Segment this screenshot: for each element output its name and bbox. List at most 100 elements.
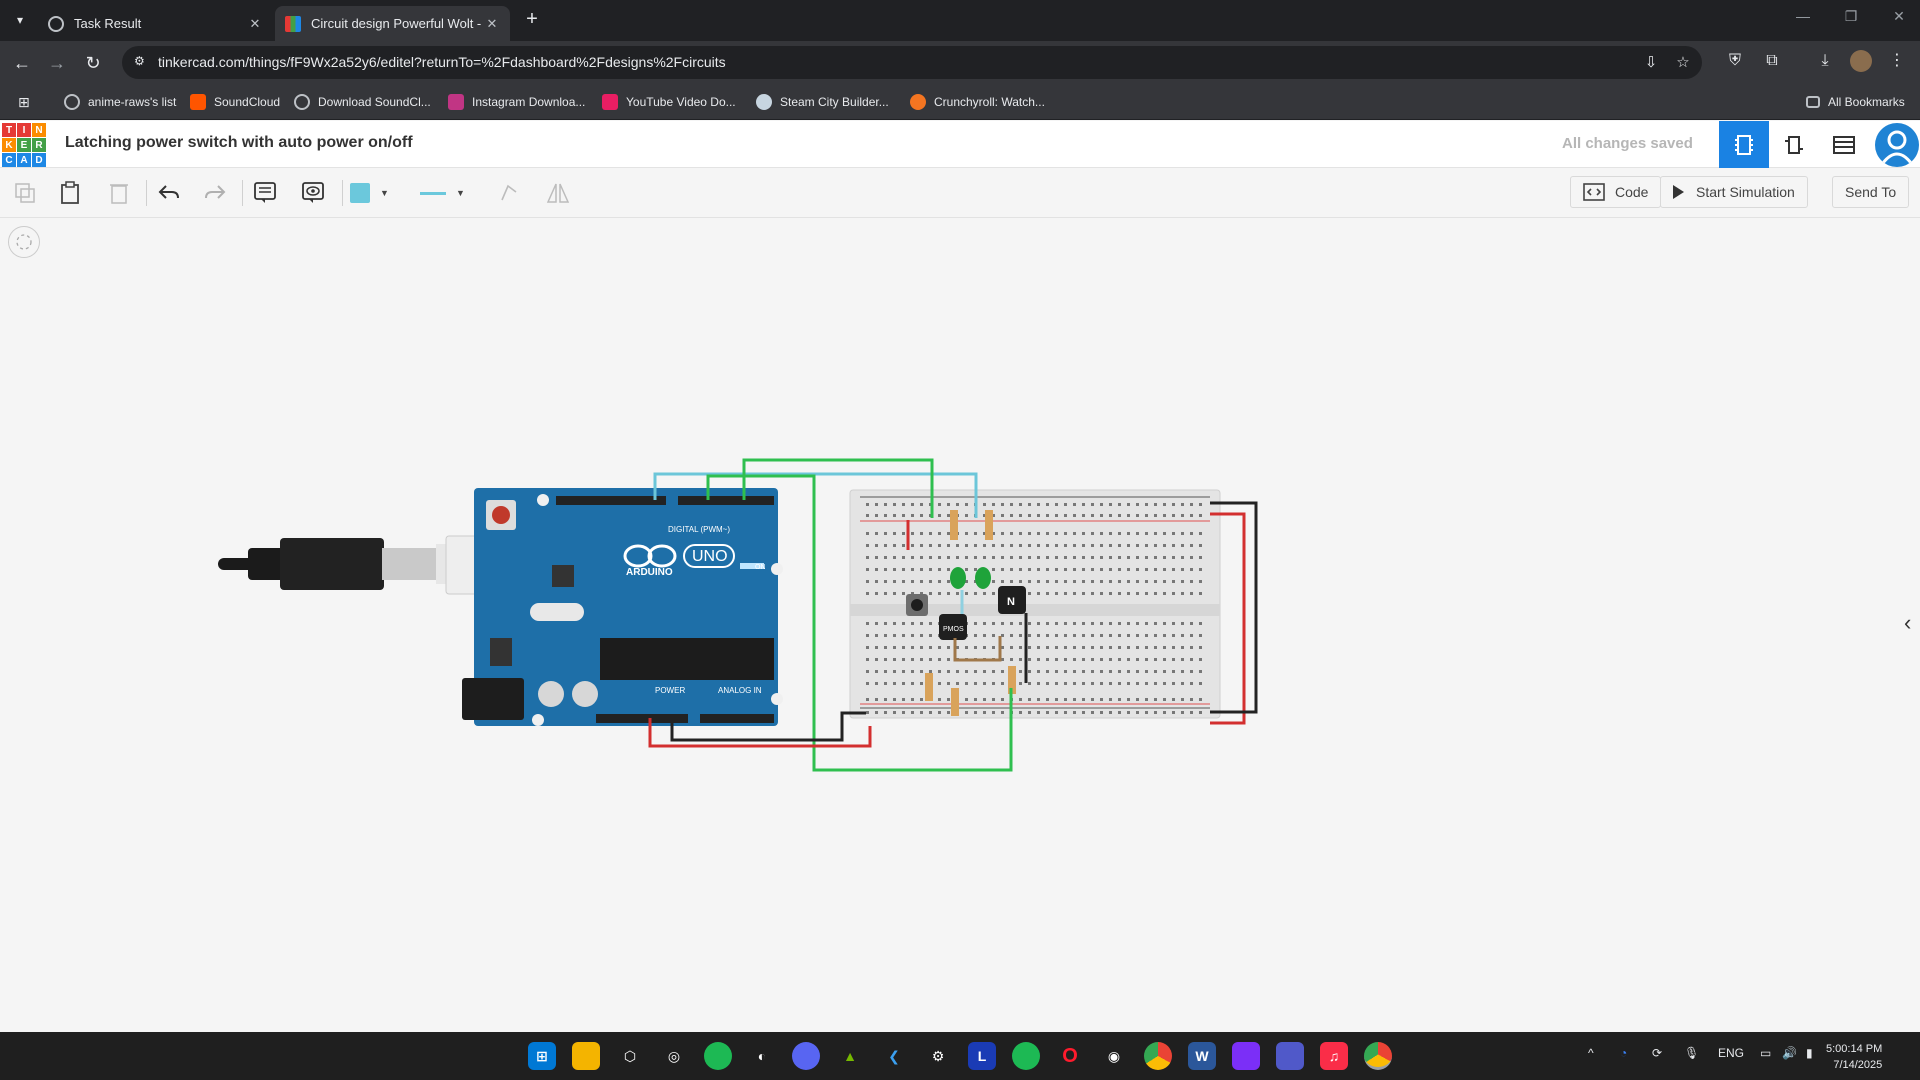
site-info-icon[interactable]: ⚙ [134, 54, 150, 70]
flip-button[interactable] [543, 178, 573, 208]
install-app-icon[interactable]: ⇩ [1642, 54, 1660, 72]
restore-icon[interactable]: ❐ [1836, 8, 1866, 32]
resistor[interactable] [951, 688, 959, 716]
steam-icon[interactable]: ⚙ [924, 1042, 952, 1070]
sync-icon[interactable]: ⟳ [1652, 1046, 1662, 1060]
send-to-button[interactable]: Send To [1832, 176, 1910, 208]
component-color-picker[interactable]: ▼ [350, 178, 400, 208]
nvidia-icon[interactable]: ▲ [836, 1042, 864, 1070]
breadboard-hole [1064, 711, 1067, 714]
vscode-icon[interactable]: ❮ [880, 1042, 908, 1070]
bookmark-star-icon[interactable]: ☆ [1674, 54, 1692, 72]
breadboard-hole [1199, 658, 1202, 661]
battery-icon[interactable]: ▮ [1806, 1046, 1813, 1060]
breadboard-hole [866, 682, 869, 685]
design-title[interactable]: Latching power switch with auto power on… [65, 134, 413, 152]
usb-cable[interactable] [218, 535, 519, 595]
resistor[interactable] [925, 673, 933, 701]
downloads-icon[interactable]: ⤓ [1814, 50, 1836, 72]
breadboard-hole [1163, 658, 1166, 661]
opera-icon[interactable]: O [1056, 1042, 1084, 1070]
chrome-icon[interactable] [1144, 1042, 1172, 1070]
bookmark-crunchyroll[interactable]: Crunchyroll: Watch... [910, 92, 1045, 112]
github-icon[interactable]: ◐ [748, 1042, 776, 1070]
wire-type-picker[interactable]: ▼ [420, 178, 474, 208]
clock-app-icon[interactable]: ◔ [1620, 1046, 1627, 1060]
language-indicator[interactable]: ENG [1718, 1046, 1744, 1060]
volume-icon[interactable]: 🔊 [1782, 1046, 1797, 1060]
network-icon[interactable]: ▭ [1760, 1046, 1771, 1060]
apps-grid-icon[interactable]: ⊞ [18, 92, 30, 112]
cube-app-icon[interactable]: ⬡ [616, 1042, 644, 1070]
twitch-icon[interactable] [1232, 1042, 1260, 1070]
back-icon[interactable]: ← [9, 50, 35, 76]
breadboard-hole [1172, 503, 1175, 506]
green-led[interactable] [975, 567, 991, 589]
bookmark-download-soundcloud[interactable]: Download SoundCl... [294, 92, 431, 112]
word-icon[interactable]: W [1188, 1042, 1216, 1070]
windows-start-icon[interactable]: ⊞ [528, 1042, 556, 1070]
launcher-l-icon[interactable]: L [968, 1042, 996, 1070]
close-tab-icon[interactable]: ✕ [247, 16, 263, 32]
address-bar[interactable]: ⚙ tinkercad.com/things/fF9Wx2a52y6/edite… [122, 46, 1702, 79]
microphone-icon[interactable]: 🎙 [1684, 1046, 1699, 1060]
chat-app-icon[interactable]: ◉ [1100, 1042, 1128, 1070]
new-tab-button[interactable]: + [520, 8, 544, 32]
start-simulation-button[interactable]: Start Simulation [1660, 176, 1808, 208]
tab-circuit-design[interactable]: Circuit design Powerful Wolt - T ✕ [275, 6, 510, 41]
breadboard-hole [1136, 580, 1139, 583]
breadboard-hole [1082, 670, 1085, 673]
discord-icon[interactable] [792, 1042, 820, 1070]
teams-icon[interactable] [1276, 1042, 1304, 1070]
spotify-icon[interactable] [1012, 1042, 1040, 1070]
resistor[interactable] [950, 510, 958, 540]
shield-extension-icon[interactable]: ⛨ [1724, 50, 1746, 72]
bookmark-anime-raws[interactable]: anime-raws's list [64, 92, 176, 112]
component-list-button[interactable] [1819, 121, 1869, 168]
forward-icon[interactable]: → [44, 50, 70, 76]
undo-button[interactable] [154, 178, 184, 208]
rotate-button[interactable] [494, 178, 524, 208]
tray-overflow-icon[interactable]: ^ [1588, 1046, 1594, 1060]
music-icon[interactable]: ♫ [1320, 1042, 1348, 1070]
schematic-view-button[interactable] [1769, 121, 1819, 168]
green-app-icon[interactable] [704, 1042, 732, 1070]
bookmark-steam[interactable]: Steam City Builder... [756, 92, 889, 112]
close-window-icon[interactable]: ✕ [1884, 8, 1914, 32]
notes-button[interactable] [250, 178, 280, 208]
steam-app-icon[interactable]: ◎ [660, 1042, 688, 1070]
breadboard-hole [1010, 580, 1013, 583]
redo-button[interactable] [200, 178, 230, 208]
extensions-puzzle-icon[interactable]: ⧉ [1761, 50, 1783, 72]
code-button[interactable]: Code [1570, 176, 1662, 208]
system-clock[interactable]: 5:00:14 PM 7/14/2025 [1826, 1041, 1882, 1073]
workplane-canvas[interactable]: ‹ ARDUINO UNO DIGITAL (PWM~) ON POWER AN… [0, 218, 1920, 1032]
chrome-active-icon[interactable] [1364, 1042, 1392, 1070]
circuit-view-button[interactable] [1719, 121, 1769, 168]
breadboard-hole [1082, 658, 1085, 661]
all-bookmarks[interactable]: All Bookmarks [1806, 92, 1905, 112]
tinkercad-logo[interactable]: T I N K E R C A D [2, 123, 46, 167]
profile-avatar-icon[interactable] [1850, 50, 1872, 72]
file-explorer-icon[interactable] [572, 1042, 600, 1070]
green-led[interactable] [950, 567, 966, 589]
menu-dots-icon[interactable]: ⋮ [1886, 50, 1908, 72]
resistor[interactable] [985, 510, 993, 540]
reset-button[interactable] [492, 506, 510, 524]
tab-search-button[interactable]: ▾ [8, 8, 32, 32]
copy-button[interactable] [10, 178, 40, 208]
tab-task-result[interactable]: Task Result ✕ [38, 6, 273, 41]
bookmark-instagram-downloader[interactable]: Instagram Downloa... [448, 92, 585, 112]
bookmark-soundcloud[interactable]: SoundCloud [190, 92, 280, 112]
bookmark-youtube-downloader[interactable]: YouTube Video Do... [602, 92, 736, 112]
breadboard-hole [1046, 670, 1049, 673]
user-avatar[interactable] [1875, 123, 1919, 167]
breadboard-hole [920, 544, 923, 547]
minimize-icon[interactable]: — [1788, 8, 1818, 32]
reload-icon[interactable]: ↻ [80, 50, 106, 76]
notes-visibility-button[interactable] [298, 178, 328, 208]
paste-button[interactable] [55, 178, 85, 208]
breadboard[interactable] [849, 489, 1221, 719]
close-tab-icon[interactable]: ✕ [484, 16, 500, 32]
delete-button[interactable] [104, 178, 134, 208]
